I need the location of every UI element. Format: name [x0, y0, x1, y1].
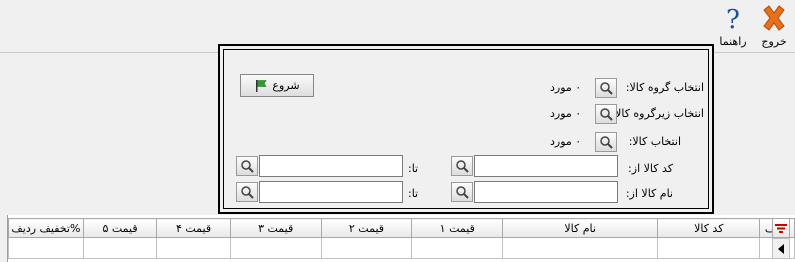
magnifier-icon: [241, 160, 254, 173]
magnifier-icon: [600, 82, 613, 95]
code-from-label: کد کالا از:: [628, 162, 673, 175]
code-from-search-button[interactable]: [451, 156, 473, 176]
svg-text:?: ?: [726, 5, 740, 32]
group-label: انتخاب گروه کالا:: [625, 81, 704, 94]
filter-panel: شروع انتخاب گروه کالا: ۰ مورد انتخاب زیر…: [218, 44, 714, 214]
group-count: ۰ مورد: [550, 81, 582, 94]
col-price-5[interactable]: قیمت ۵: [82, 218, 158, 238]
magnifier-icon: [600, 108, 613, 121]
col-price-4[interactable]: قیمت ۴: [156, 218, 231, 238]
col-price-3[interactable]: قیمت ۳: [229, 218, 322, 238]
magnifier-icon: [456, 186, 469, 199]
magnifier-icon: [600, 136, 613, 149]
name-from-input[interactable]: [474, 181, 618, 203]
code-to-search-button[interactable]: [236, 156, 258, 176]
subgroup-label: انتخاب زیرگروه کالا:: [611, 107, 704, 120]
filter-sort-button[interactable]: [772, 218, 790, 238]
col-price-1[interactable]: قیمت ۱: [411, 218, 504, 238]
grid-header-row: تخفیف ردیف% قیمت ۵ قیمت ۴ قیمت ۳ قیمت ۲ …: [8, 218, 795, 238]
row-pointer-icon: [778, 243, 784, 254]
code-to-label: تا:: [408, 162, 419, 175]
item-search-button[interactable]: [595, 132, 617, 152]
exit-label: خروج: [761, 35, 787, 48]
col-item-name[interactable]: نام کالا: [502, 218, 659, 238]
flag-icon: [256, 79, 267, 92]
table-row[interactable]: [8, 237, 795, 259]
name-from-label: نام کالا از:: [625, 187, 673, 200]
item-count: ۰ مورد: [550, 135, 582, 148]
name-from-search-button[interactable]: [451, 182, 473, 202]
col-row-discount[interactable]: تخفیف ردیف%: [8, 218, 84, 238]
subgroup-count: ۰ مورد: [550, 107, 582, 120]
start-label: شروع: [272, 79, 300, 92]
help-label: راهنما: [719, 35, 747, 48]
current-row-indicator: [772, 238, 790, 259]
name-to-input[interactable]: [259, 181, 403, 203]
code-from-input[interactable]: [474, 155, 618, 177]
start-button[interactable]: شروع: [240, 74, 314, 97]
magnifier-icon: [456, 160, 469, 173]
magnifier-icon: [241, 186, 254, 199]
col-item-code[interactable]: کد کالا: [657, 218, 761, 238]
sort-icon: [775, 224, 787, 233]
price-grid: تخفیف ردیف% قیمت ۵ قیمت ۴ قیمت ۳ قیمت ۲ …: [0, 215, 795, 262]
name-to-search-button[interactable]: [236, 182, 258, 202]
grid-table: تخفیف ردیف% قیمت ۵ قیمت ۴ قیمت ۳ قیمت ۲ …: [8, 218, 795, 259]
group-search-button[interactable]: [595, 78, 617, 98]
subgroup-search-button[interactable]: [595, 104, 617, 124]
exit-button[interactable]: خروج: [755, 4, 793, 48]
code-to-input[interactable]: [259, 155, 403, 177]
name-to-label: تا:: [408, 187, 419, 200]
help-button[interactable]: ? راهنما: [713, 4, 753, 48]
grid-left-border: [0, 215, 8, 262]
col-price-2[interactable]: قیمت ۲: [320, 218, 413, 238]
help-icon: ?: [726, 5, 740, 35]
close-icon: [763, 5, 785, 31]
item-label: انتخاب کالا:: [628, 135, 681, 148]
